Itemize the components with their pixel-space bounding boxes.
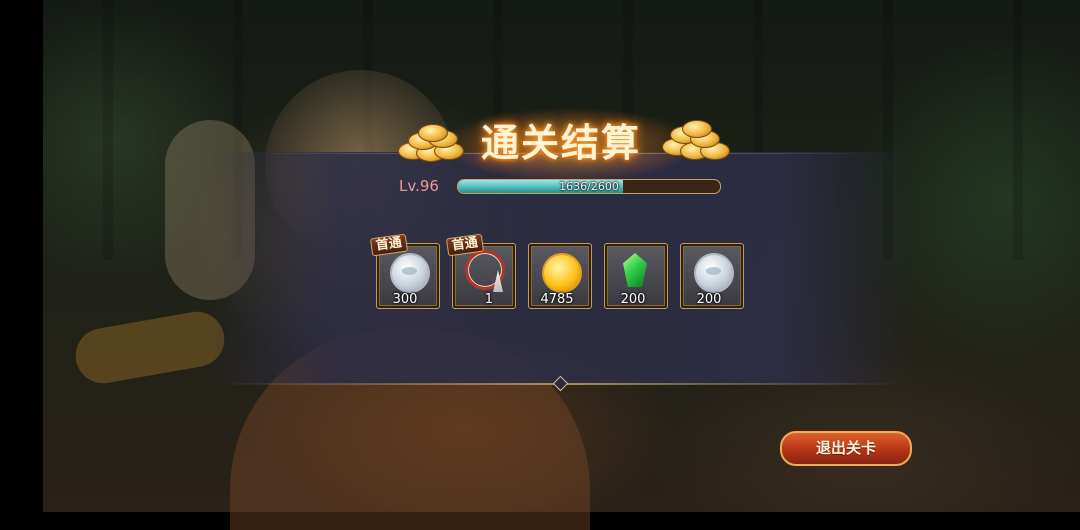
left-black-strip <box>0 0 43 512</box>
silver-coin-icon <box>390 253 430 293</box>
level-label: Lv.96 <box>399 177 439 195</box>
reward-slot[interactable]: 首通 300 <box>369 233 440 309</box>
reward-slot[interactable]: 首通 1 <box>445 233 516 309</box>
coin-pile-left-icon <box>394 124 466 164</box>
xp-progress-text: 1636/2600 <box>559 180 619 193</box>
silver-coin-icon <box>694 253 734 293</box>
gold-coin-icon <box>542 253 582 293</box>
reward-quantity: 1 <box>484 292 493 307</box>
exit-stage-button[interactable]: 退出关卡 <box>780 431 912 466</box>
xp-progress-bar: 1636/2600 <box>457 179 721 194</box>
reward-slot[interactable]: 4785 <box>528 243 592 309</box>
coin-pile-right-icon <box>660 120 732 160</box>
reward-quantity: 200 <box>696 292 722 307</box>
reward-quantity: 200 <box>620 292 646 307</box>
green-crystal-icon <box>623 253 647 287</box>
exit-stage-label: 退出关卡 <box>815 439 876 457</box>
reward-quantity: 4785 <box>540 292 574 307</box>
reward-slot[interactable]: 200 <box>604 243 668 309</box>
page-title: 通关结算 <box>480 120 641 165</box>
reward-slot[interactable]: 200 <box>680 243 744 309</box>
reward-quantity: 300 <box>392 292 418 307</box>
first-clear-badge: 首通 <box>369 233 409 257</box>
